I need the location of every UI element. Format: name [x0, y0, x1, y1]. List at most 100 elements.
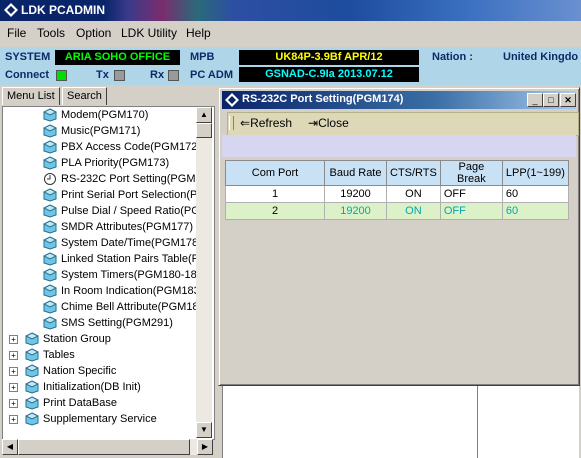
cube-icon	[42, 140, 58, 154]
tree-item-label: In Room Indication(PGM183	[61, 285, 200, 297]
close-button[interactable]: ⇥Close	[308, 116, 349, 130]
clock-icon	[43, 172, 57, 186]
cube-icon	[24, 332, 40, 346]
system-value: ARIA SOHO OFFICE	[55, 50, 180, 65]
cube-icon	[24, 380, 40, 394]
menu-bar: File Tools Option LDK Utility Help	[0, 21, 581, 45]
tree-vertical-scrollbar[interactable]: ▲ ▼	[196, 107, 212, 438]
menu-ldk-utility[interactable]: LDK Utility	[121, 26, 177, 40]
app-logo-icon	[4, 3, 18, 17]
col-lpp[interactable]: LPP(1~199)	[501, 160, 569, 186]
nation-label: Nation :	[432, 51, 473, 63]
tab-search[interactable]: Search	[62, 87, 107, 105]
connect-label: Connect	[5, 69, 49, 81]
table-row[interactable]: 1 19200 ON OFF 60	[225, 185, 569, 203]
tree-item-label: System Date/Time(PGM178	[61, 237, 199, 249]
tree-item-label: Music(PGM171)	[61, 125, 141, 137]
menu-file[interactable]: File	[7, 26, 26, 40]
page-break-cell[interactable]: OFF	[439, 202, 503, 220]
tree-group-label: Station Group	[43, 333, 111, 345]
nation-value: United Kingdo	[503, 51, 579, 63]
window-logo-icon	[225, 93, 239, 107]
cube-icon	[42, 156, 58, 170]
com-port-cell[interactable]: 1	[225, 185, 325, 203]
com-port-cell[interactable]: 2	[225, 202, 325, 220]
col-cts-rts[interactable]: CTS/RTS	[386, 160, 441, 186]
cts-rts-cell[interactable]: ON	[386, 185, 441, 203]
cube-icon	[42, 316, 58, 330]
tree-horizontal-scrollbar[interactable]: ◀ ▶	[2, 439, 213, 455]
lpp-cell[interactable]: 60	[501, 185, 569, 203]
cube-icon	[42, 300, 58, 314]
cube-icon	[42, 220, 58, 234]
baud-rate-cell[interactable]: 19200	[324, 185, 387, 203]
port-settings-grid: Com Port Baud Rate CTS/RTS Page Break LP…	[225, 160, 575, 220]
tx-indicator	[114, 70, 125, 81]
tab-menu-list[interactable]: Menu List	[2, 87, 60, 105]
left-panel: Menu List Search Modem(PGM170) Music(PGM1…	[0, 85, 218, 458]
close-door-icon: ⇥	[308, 116, 319, 130]
scroll-down-icon[interactable]: ▼	[196, 422, 212, 438]
filter-band	[222, 135, 576, 157]
scroll-thumb[interactable]	[196, 123, 212, 138]
col-baud-rate[interactable]: Baud Rate	[324, 160, 387, 186]
tx-label: Tx	[96, 69, 109, 81]
minimize-icon[interactable]: _	[527, 93, 543, 107]
cube-icon	[42, 108, 58, 122]
refresh-label: Refresh	[250, 116, 293, 130]
menu-tree: Modem(PGM170) Music(PGM171) PBX Access Cod…	[2, 106, 215, 440]
tree-group-label: Supplementary Service	[43, 413, 157, 425]
expand-icon[interactable]: +	[9, 383, 18, 392]
expand-icon[interactable]: +	[9, 367, 18, 376]
col-page-break[interactable]: Page Break	[439, 160, 503, 186]
tree-item-label: System Timers(PGM180-182	[61, 269, 203, 281]
tree-item-label: SMS Setting(PGM291)	[61, 317, 173, 329]
rs232c-toolbar: ⇐Refresh ⇥Close	[227, 112, 579, 136]
grid-header-row: Com Port Baud Rate CTS/RTS Page Break LP…	[225, 160, 569, 186]
rs232c-title-bar[interactable]: RS-232C Port Setting(PGM174) _ □ ✕	[222, 91, 576, 109]
rx-label: Rx	[150, 69, 165, 81]
app-title-bar: LDK PCADMIN	[0, 0, 581, 21]
tree-group-label: Print DataBase	[43, 397, 117, 409]
hscroll-thumb[interactable]	[18, 439, 190, 455]
close-icon[interactable]: ✕	[560, 93, 576, 107]
close-label: Close	[318, 116, 349, 130]
expand-icon[interactable]: +	[9, 399, 18, 408]
cube-icon	[42, 268, 58, 282]
expand-icon[interactable]: +	[9, 415, 18, 424]
scroll-up-icon[interactable]: ▲	[196, 107, 212, 123]
refresh-arrow-icon: ⇐	[240, 116, 251, 130]
cube-icon	[24, 348, 40, 362]
expand-icon[interactable]: +	[9, 335, 18, 344]
maximize-icon[interactable]: □	[543, 93, 559, 107]
scroll-left-icon[interactable]: ◀	[2, 439, 18, 455]
connect-indicator	[56, 70, 67, 81]
col-com-port[interactable]: Com Port	[225, 160, 325, 186]
page-break-cell[interactable]: OFF	[439, 185, 503, 203]
menu-help[interactable]: Help	[186, 26, 211, 40]
table-row[interactable]: 2 19200 ON OFF 60	[225, 202, 569, 220]
tree-group-label: Initialization(DB Init)	[43, 381, 141, 393]
tree-group-label: Tables	[43, 349, 75, 361]
tree-item-label: PLA Priority(PGM173)	[61, 157, 170, 169]
menu-option[interactable]: Option	[76, 26, 111, 40]
expand-icon[interactable]: +	[9, 351, 18, 360]
scroll-right-icon[interactable]: ▶	[197, 439, 213, 455]
app-title: LDK PCADMIN	[21, 3, 105, 17]
cube-icon	[42, 284, 58, 298]
menu-tools[interactable]: Tools	[37, 26, 65, 40]
mpb-label: MPB	[190, 51, 215, 63]
cube-icon	[24, 364, 40, 378]
cube-icon	[42, 188, 58, 202]
lpp-cell[interactable]: 60	[501, 202, 569, 220]
pcadm-label: PC ADM	[190, 69, 233, 81]
rs232c-title: RS-232C Port Setting(PGM174)	[242, 93, 404, 105]
tree-item-label: Linked Station Pairs Table(P	[61, 253, 199, 265]
cube-icon	[42, 252, 58, 266]
pcadm-value: GSNAD-C.9Ia 2013.07.12	[239, 67, 419, 82]
baud-rate-cell[interactable]: 19200	[324, 202, 387, 220]
refresh-button[interactable]: ⇐Refresh	[240, 116, 292, 130]
rx-indicator	[168, 70, 179, 81]
cts-rts-cell[interactable]: ON	[386, 202, 441, 220]
cube-icon	[42, 124, 58, 138]
